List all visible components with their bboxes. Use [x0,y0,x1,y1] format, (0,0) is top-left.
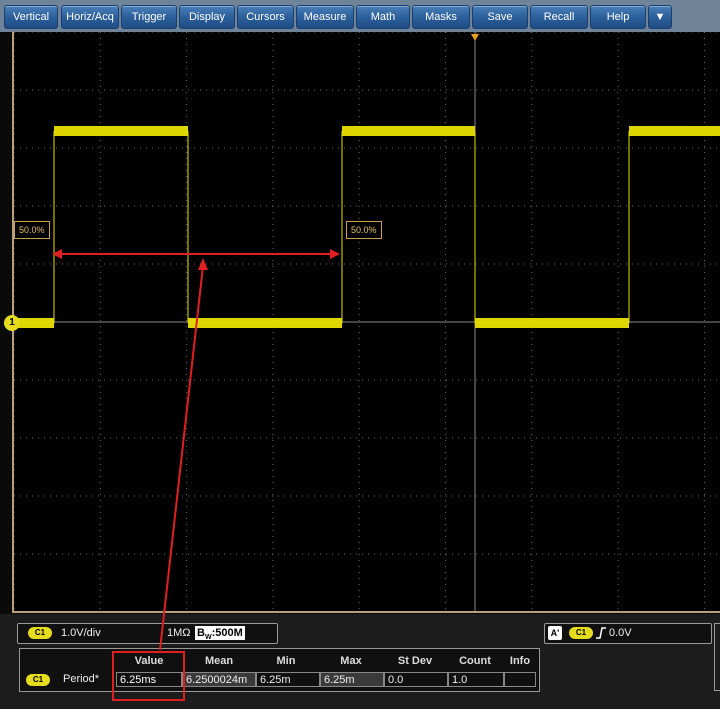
value-highlight-box [112,651,185,701]
menu-cursors[interactable]: Cursors [237,5,294,29]
col-header-min: Min [276,655,296,667]
ref-level-left-label: 50.0% [14,221,50,239]
trace-level-segment [629,126,720,136]
ref-level-right-label: 50.0% [346,221,382,239]
menu-save[interactable]: Save [472,5,528,29]
menu-measure[interactable]: Measure [296,5,354,29]
channel-marker-label: 1 [9,317,15,328]
input-impedance: 1MΩ [167,627,191,639]
trigger-level: 0.0V [609,627,632,639]
waveform-display [12,32,720,613]
trigger-channel-tag: C1 [569,627,593,639]
col-header-count: Count [459,655,491,667]
min-cell: 6.25m [256,672,320,687]
menu-math[interactable]: Math [356,5,410,29]
waveform-graticule [14,32,720,611]
channel-tag: C1 [28,627,52,639]
mean-cell: 6.2500024m [182,672,256,687]
trigger-position-marker [471,34,479,41]
channel-1-settings-box[interactable]: C1 1.0V/div 1MΩ BW:500M [17,623,278,644]
trigger-readout-box[interactable]: A' C1 0.0V [544,623,712,644]
menu-horiz-acq[interactable]: Horiz/Acq [61,5,119,29]
col-header-mean: Mean [204,655,234,667]
col-header-info: Info [509,655,531,667]
rising-edge-icon [596,627,606,639]
dropdown-arrow-icon[interactable]: ▼ [648,5,672,29]
channel-1-ground-marker[interactable]: 1 [4,315,20,331]
col-header-stdev: St Dev [397,655,433,667]
trace-level-segment [188,318,342,328]
menu-trigger[interactable]: Trigger [121,5,177,29]
measurement-channel-tag: C1 [26,674,50,686]
menu-display[interactable]: Display [179,5,235,29]
stdev-cell: 0.0 [384,672,448,687]
volts-per-div: 1.0V/div [61,627,101,639]
measurement-name: Period* [63,673,100,685]
menu-bar: Vertical Horiz/Acq Trigger Display Curso… [0,0,720,32]
trace-level-segment [54,126,188,136]
menu-masks[interactable]: Masks [412,5,470,29]
side-panel-edge [714,623,720,691]
col-header-max: Max [340,655,362,667]
count-cell: 1.0 [448,672,504,687]
trigger-mode-tag: A' [548,626,562,640]
menu-recall[interactable]: Recall [530,5,588,29]
trace-level-segment [14,318,54,328]
measurement-table[interactable]: Value Mean Min Max St Dev Count Info C1 … [19,648,540,692]
bandwidth-limit: BW:500M [195,626,245,642]
max-cell: 6.25m [320,672,384,687]
menu-help[interactable]: Help [590,5,646,29]
trace-level-segment [475,318,629,328]
info-cell [504,672,536,687]
menu-vertical[interactable]: Vertical [4,5,58,29]
trace-level-segment [342,126,475,136]
